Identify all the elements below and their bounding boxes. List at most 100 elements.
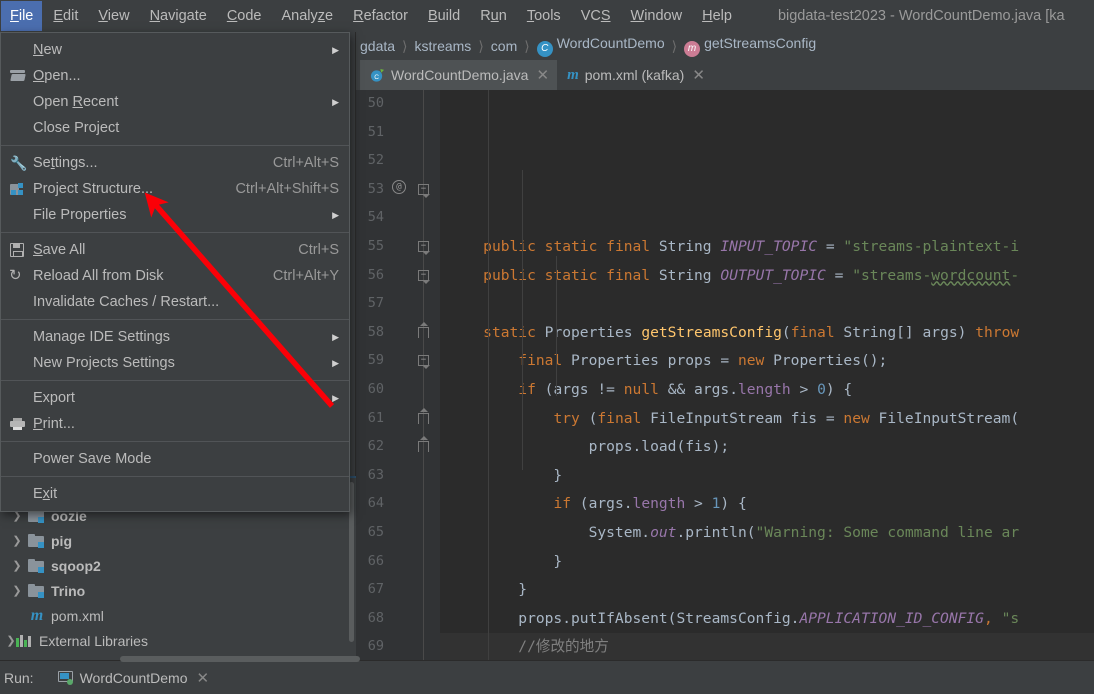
tree-item-trino[interactable]: ❯ Trino (0, 578, 356, 603)
breadcrumb-item-kstreams[interactable]: kstreams (413, 38, 474, 54)
chevron-right-icon[interactable]: ❯ (6, 534, 28, 547)
editor-tab-wordcountdemo[interactable]: C WordCountDemo.java ✕ (360, 60, 558, 90)
fold-end-icon[interactable] (418, 436, 429, 453)
chevron-right-icon: ▶ (332, 392, 339, 403)
code-line-52[interactable] (440, 290, 1094, 319)
menubar-item-tools[interactable]: Tools (518, 1, 570, 31)
breadcrumb-item-gdata[interactable]: gdata (358, 38, 397, 54)
menu-item-new[interactable]: New ▶ (1, 37, 349, 63)
breadcrumb-item-getstreamsconfig[interactable]: m getStreamsConfig (682, 35, 818, 57)
close-icon[interactable]: ✕ (536, 68, 549, 83)
menubar-item-vcs[interactable]: VCS (572, 1, 620, 31)
menubar-item-navigate[interactable]: Navigate (141, 1, 216, 31)
menubar-item-analyze[interactable]: Analyze (273, 1, 343, 31)
menubar-item-help[interactable]: Help (693, 1, 741, 31)
tree-item-external-libraries[interactable]: ❯ External Libraries (0, 628, 356, 653)
gutter-line-64[interactable]: 64 (356, 490, 440, 519)
code-line-56[interactable]: try (final FileInputStream fis = new Fil… (440, 405, 1094, 434)
menu-item-export[interactable]: Export ▶ (1, 385, 349, 411)
menubar-item-edit[interactable]: Edit (44, 1, 87, 31)
menubar-item-run[interactable]: Run (471, 1, 516, 31)
annotation-gutter-icon[interactable]: @ (392, 179, 406, 194)
close-icon[interactable]: ✕ (692, 68, 705, 83)
code-line-50[interactable]: public static final String INPUT_TOPIC =… (440, 233, 1094, 262)
menubar-item-view[interactable]: View (89, 1, 138, 31)
gutter-line-53[interactable]: 53 @ − (356, 176, 440, 205)
menubar-item-code[interactable]: Code (218, 1, 271, 31)
gutter-line-59[interactable]: 59 − (356, 347, 440, 376)
breadcrumb-item-com[interactable]: com (489, 38, 519, 54)
menu-item-print[interactable]: Print... (1, 411, 349, 437)
menu-item-file-properties[interactable]: File Properties ▶ (1, 202, 349, 228)
code-content[interactable]: public static final String INPUT_TOPIC =… (440, 90, 1094, 660)
gutter-line-62[interactable]: 62 (356, 433, 440, 462)
intellij-window: File Edit View Navigate Code Analyze Refactor B… (0, 0, 1094, 694)
menu-item-manage-ide-settings[interactable]: Manage IDE Settings ▶ (1, 324, 349, 350)
menu-item-exit[interactable]: Exit (1, 481, 349, 507)
chevron-right-icon[interactable]: ❯ (6, 634, 16, 647)
gutter-line-52[interactable]: 52 (356, 147, 440, 176)
run-configuration-tab[interactable]: WordCountDemo ✕ (56, 669, 209, 687)
project-tree-hscrollbar[interactable] (120, 656, 360, 662)
menubar-item-file[interactable]: File (1, 1, 43, 31)
code-editor[interactable]: 50 51 52 53 @ −54 55−56−57 58 59−60 61 62 63 64 65 66 6… (356, 90, 1094, 660)
gutter-line-67[interactable]: 67 (356, 576, 440, 605)
code-line-64[interactable]: //修改的地方 (440, 633, 1094, 660)
menu-item-open[interactable]: Open... (1, 63, 349, 89)
code-line-61[interactable]: } (440, 548, 1094, 577)
gutter-line-56[interactable]: 56 − (356, 262, 440, 291)
gutter-line-50[interactable]: 50 (356, 90, 440, 119)
menubar-item-build[interactable]: Build (419, 1, 469, 31)
chevron-right-icon[interactable]: ❯ (6, 559, 28, 572)
gutter-line-66[interactable]: 66 (356, 548, 440, 577)
file-menu-popup[interactable]: New ▶ Open... Open Recent ▶ Close Project 🔧 Set… (0, 32, 350, 512)
code-line-51[interactable]: public static final String OUTPUT_TOPIC … (440, 262, 1094, 291)
gutter-line-63[interactable]: 63 (356, 462, 440, 491)
gutter-line-61[interactable]: 61 (356, 405, 440, 434)
code-line-53[interactable]: static Properties getStreamsConfig(final… (440, 319, 1094, 348)
gutter-line-65[interactable]: 65 (356, 519, 440, 548)
code-line-60[interactable]: System.out.println("Warning: Some comman… (440, 519, 1094, 548)
menu-item-power-save-mode[interactable]: Power Save Mode (1, 446, 349, 472)
code-line-59[interactable]: if (args.length > 1) { (440, 490, 1094, 519)
close-icon[interactable]: ✕ (196, 669, 209, 687)
tree-item-pom-xml[interactable]: m pom.xml (0, 603, 356, 628)
menubar-item-window[interactable]: Window (622, 1, 692, 31)
menu-item-project-structure[interactable]: Project Structure... Ctrl+Alt+Shift+S (1, 176, 349, 202)
fold-end-icon[interactable] (418, 321, 429, 338)
menubar-item-refactor[interactable]: Refactor (344, 1, 417, 31)
gutter-line-69[interactable]: 69 (356, 633, 440, 660)
chevron-right-icon[interactable]: ❯ (6, 584, 28, 597)
menu-item-close-project[interactable]: Close Project (1, 115, 349, 141)
code-line-63[interactable]: props.putIfAbsent(StreamsConfig.APPLICAT… (440, 605, 1094, 634)
fold-end-icon[interactable] (418, 407, 429, 424)
menu-item-open-recent[interactable]: Open Recent ▶ (1, 89, 349, 115)
gutter-line-51[interactable]: 51 (356, 119, 440, 148)
tree-item-pig[interactable]: ❯ pig (0, 528, 356, 553)
code-line-57[interactable]: props.load(fis); (440, 433, 1094, 462)
gutter-line-58[interactable]: 58 (356, 319, 440, 348)
code-line-54[interactable]: final Properties props = new Properties(… (440, 347, 1094, 376)
fold-collapse-icon[interactable]: − (418, 355, 430, 370)
gutter-line-54[interactable]: 54 (356, 204, 440, 233)
gutter-line-55[interactable]: 55 − (356, 233, 440, 262)
gutter-line-57[interactable]: 57 (356, 290, 440, 319)
fold-collapse-icon[interactable]: − (418, 240, 430, 255)
fold-collapse-icon[interactable]: − (418, 269, 430, 284)
editor-gutter[interactable]: 50 51 52 53 @ −54 55−56−57 58 59−60 61 62 63 64 65 66 6… (356, 90, 440, 660)
code-line-62[interactable]: } (440, 576, 1094, 605)
breadcrumb-item-wordcountdemo[interactable]: C WordCountDemo (535, 35, 667, 57)
fold-collapse-icon[interactable]: − (418, 183, 430, 198)
gutter-line-68[interactable]: 68 (356, 605, 440, 634)
gutter-line-60[interactable]: 60 (356, 376, 440, 405)
menu-item-new-projects-settings[interactable]: New Projects Settings ▶ (1, 350, 349, 376)
menu-item-invalidate-caches-restart[interactable]: Invalidate Caches / Restart... (1, 289, 349, 315)
menu-item-label: Print... (33, 416, 75, 432)
editor-tab-pom[interactable]: m pom.xml (kafka) ✕ (557, 60, 713, 90)
menu-item-reload-all-from-disk[interactable]: ↻ Reload All from Disk Ctrl+Alt+Y (1, 263, 349, 289)
code-line-55[interactable]: if (args != null && args.length > 0) { (440, 376, 1094, 405)
tree-item-sqoop2[interactable]: ❯ sqoop2 (0, 553, 356, 578)
menu-item-settings[interactable]: 🔧 Settings... Ctrl+Alt+S (1, 150, 349, 176)
code-line-58[interactable]: } (440, 462, 1094, 491)
menu-item-save-all[interactable]: Save All Ctrl+S (1, 237, 349, 263)
